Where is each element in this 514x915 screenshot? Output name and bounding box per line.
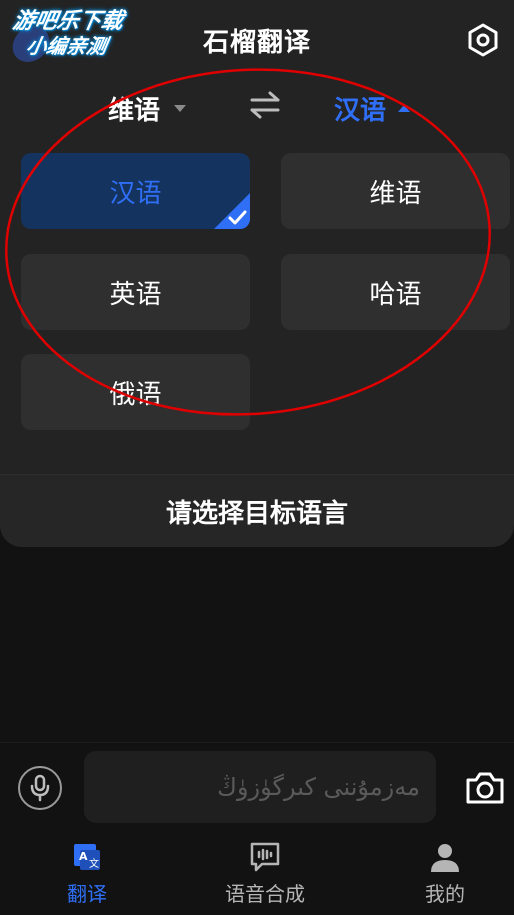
input-bar <box>0 742 514 832</box>
camera-icon <box>466 772 504 804</box>
source-language-label: 维语 <box>108 96 161 126</box>
settings-hexagon-icon <box>468 23 498 57</box>
language-option-label: 英语 <box>109 279 162 310</box>
title-bar: 游吧乐下载 小编亲测 石榴翻译 <box>0 0 514 80</box>
bottom-navigation: A 文 翻译 语音合成 我的 <box>0 832 514 915</box>
swap-languages-button[interactable] <box>248 90 282 120</box>
translation-text-input[interactable] <box>84 751 436 823</box>
svg-text:A: A <box>79 850 88 863</box>
language-option-label: 汉语 <box>109 178 162 209</box>
nav-label: 语音合成 <box>225 882 305 906</box>
language-option-eyu[interactable]: 俄语 <box>21 354 250 430</box>
nav-label: 我的 <box>425 882 465 906</box>
hint-text: 请选择目标语言 <box>165 498 348 529</box>
nav-label: 翻译 <box>67 882 107 906</box>
settings-button[interactable] <box>463 20 503 60</box>
speech-synthesis-icon <box>250 842 280 872</box>
language-option-yingyu[interactable]: 英语 <box>21 254 250 330</box>
svg-text:文: 文 <box>89 857 99 870</box>
microphone-button[interactable] <box>18 766 62 810</box>
language-option-hanyu[interactable]: 汉语 <box>21 153 250 229</box>
page-title: 石榴翻译 <box>202 28 311 58</box>
nav-tab-speech[interactable]: 语音合成 <box>220 840 310 907</box>
language-option-label: 维语 <box>369 178 422 209</box>
profile-icon <box>431 844 459 872</box>
translate-icon: A 文 <box>74 844 100 870</box>
nav-tab-profile[interactable]: 我的 <box>420 840 470 907</box>
camera-button[interactable] <box>462 765 508 811</box>
selected-check-icon <box>214 193 250 229</box>
target-language-dropdown[interactable]: 汉语 <box>334 90 411 127</box>
microphone-icon <box>30 774 50 802</box>
language-option-label: 俄语 <box>109 379 162 410</box>
source-language-dropdown[interactable]: 维语 <box>108 90 187 127</box>
chevron-up-icon <box>398 105 411 112</box>
language-option-label: 哈语 <box>369 279 422 310</box>
target-language-hint: 请选择目标语言 <box>0 474 514 547</box>
language-selector: 维语 汉语 <box>0 80 514 130</box>
chevron-down-icon <box>174 105 187 112</box>
swap-arrows-icon <box>250 91 280 119</box>
target-language-label: 汉语 <box>334 96 387 126</box>
nav-tab-translate[interactable]: A 文 翻译 <box>54 840 120 907</box>
language-option-hayu[interactable]: 哈语 <box>281 254 510 330</box>
language-option-weiyu[interactable]: 维语 <box>281 153 510 229</box>
